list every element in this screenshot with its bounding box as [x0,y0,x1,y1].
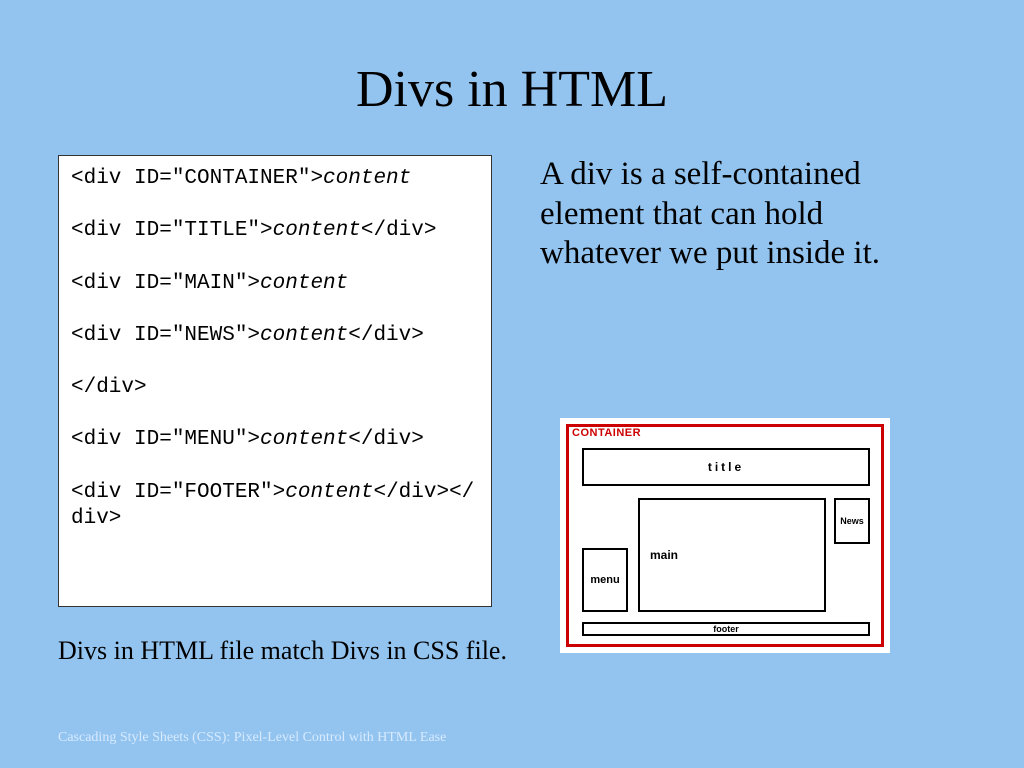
code-example-box: <div ID="CONTAINER">content <div ID="TIT… [58,155,492,607]
code-line-footer: <div ID="FOOTER">content</div></div> [71,480,479,533]
code-tag: </div> [361,219,437,242]
code-tag: <div ID="NEWS"> [71,324,260,347]
code-content-word: content [260,428,348,451]
code-tag: </div> [348,324,424,347]
code-tag: <div ID="CONTAINER"> [71,167,323,190]
diagram-box-title: title [582,448,870,486]
diagram-box-footer: footer [582,622,870,636]
code-tag: </div> [71,376,147,399]
description-text: A div is a self-contained element that c… [540,155,890,274]
diagram-label-container: CONTAINER [572,427,641,439]
code-tag: </div> [348,428,424,451]
code-line-container: <div ID="CONTAINER">content [71,166,479,192]
code-content-word: content [323,167,411,190]
slide-footer: Cascading Style Sheets (CSS): Pixel-Leve… [58,730,446,746]
caption-text: Divs in HTML file match Divs in CSS file… [58,636,507,666]
code-line-main: <div ID="MAIN">content [71,271,479,297]
code-tag: <div ID="MAIN"> [71,272,260,295]
diagram-box-menu: menu [582,548,628,612]
code-content-word: content [285,481,373,504]
layout-diagram: CONTAINER title main menu News footer [560,418,890,653]
code-tag: <div ID="FOOTER"> [71,481,285,504]
diagram-box-news: News [834,498,870,544]
slide-title: Divs in HTML [0,60,1024,119]
code-content-word: content [273,219,361,242]
code-line-close-main: </div> [71,375,479,401]
code-line-menu: <div ID="MENU">content</div> [71,427,479,453]
code-line-news: <div ID="NEWS">content</div> [71,323,479,349]
code-content-word: content [260,272,348,295]
code-line-title: <div ID="TITLE">content</div> [71,218,479,244]
code-tag: <div ID="TITLE"> [71,219,273,242]
code-content-word: content [260,324,348,347]
code-tag: <div ID="MENU"> [71,428,260,451]
diagram-box-main: main [638,498,826,612]
